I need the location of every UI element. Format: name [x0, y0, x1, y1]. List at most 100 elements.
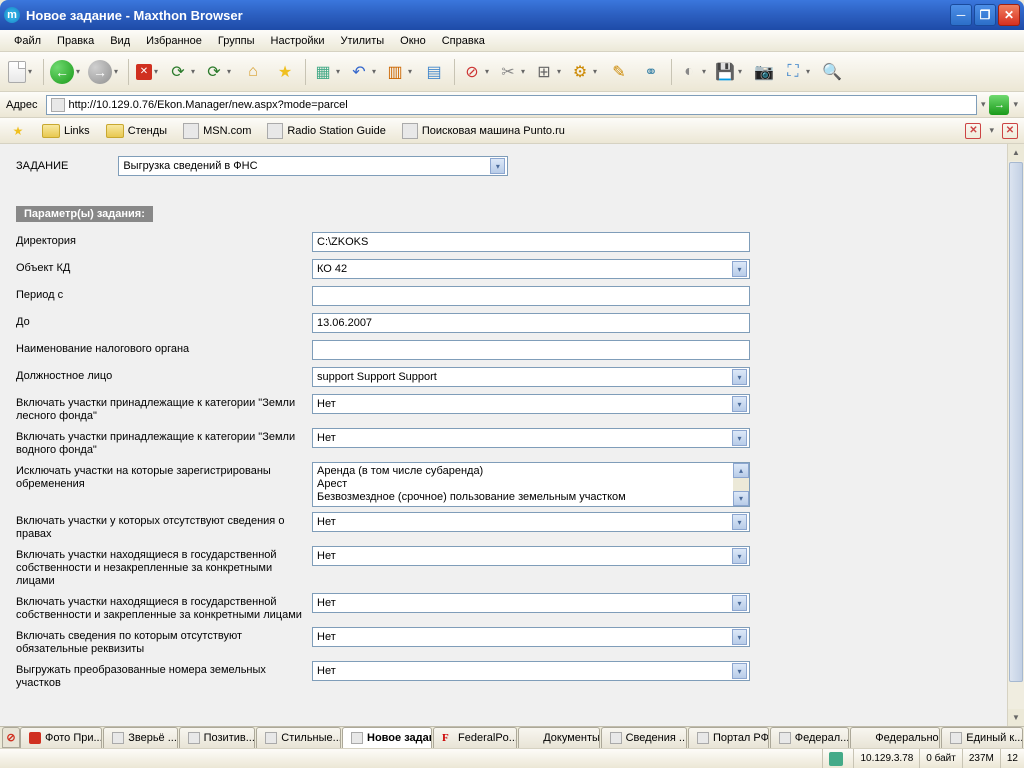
scroll-up-icon[interactable]: ▴ [733, 463, 749, 478]
new-tab-button[interactable]: ▾ [6, 56, 38, 88]
favorites-button[interactable]: ★ [270, 57, 300, 87]
scroll-down-icon[interactable]: ▼ [1008, 709, 1024, 726]
dropdown-icon[interactable]: ▾ [732, 629, 747, 645]
bookmark-links[interactable]: Links [38, 122, 94, 140]
tab-4[interactable]: Новое задание [342, 727, 432, 748]
select-input[interactable]: Нет▾ [312, 627, 750, 647]
sidebar-button[interactable]: ▤ [419, 57, 449, 87]
encoding-button[interactable]: ◐▾ [677, 57, 711, 87]
menu-4[interactable]: Группы [210, 33, 263, 49]
text-input[interactable] [312, 286, 750, 306]
dropdown-icon[interactable]: ▾ [732, 663, 747, 679]
screenshot-button[interactable]: 📷 [749, 57, 779, 87]
new-tab-small-button[interactable]: ⊘ [2, 727, 20, 748]
close-button[interactable]: ✕ [998, 4, 1020, 26]
back-button[interactable]: ←▾ [49, 56, 85, 88]
clear-button[interactable]: ✂▾ [496, 57, 530, 87]
home-button[interactable]: ⌂ [238, 57, 268, 87]
task-select[interactable]: Выгрузка сведений в ФНС ▾ [118, 156, 508, 176]
tab-6[interactable]: Документы [518, 727, 599, 748]
menu-5[interactable]: Настройки [263, 33, 333, 49]
bookmarksbar: ★ Links Стенды MSN.com Radio Station Gui… [0, 118, 1024, 144]
undo-button[interactable]: ↶▾ [347, 57, 381, 87]
bookmark-punto[interactable]: Поисковая машина Punto.ru [398, 121, 569, 141]
form-row-7: Включать участки принадлежащие к категор… [16, 428, 991, 457]
go-dropdown[interactable]: ▾ [1013, 99, 1018, 110]
close-tab-button[interactable]: ✕ [965, 123, 981, 139]
minimize-button[interactable]: ─ [950, 4, 972, 26]
bookmark-stands[interactable]: Стенды [102, 122, 171, 140]
dropdown-icon[interactable]: ▾ [732, 514, 747, 530]
tab-11[interactable]: Единый к... [941, 727, 1023, 748]
tab-0[interactable]: Фото При... [20, 727, 102, 748]
save-button[interactable]: 💾▾ [713, 57, 747, 87]
menu-6[interactable]: Утилиты [332, 33, 392, 49]
dropdown-icon[interactable]: ▾ [732, 369, 747, 385]
select-input[interactable]: Нет▾ [312, 394, 750, 414]
text-input[interactable]: 13.06.2007 [312, 313, 750, 333]
list-input[interactable]: Аренда (в том числе субаренда)АрестБезво… [312, 462, 750, 507]
go-button[interactable]: → [989, 95, 1009, 115]
select-input[interactable]: Нет▾ [312, 512, 750, 532]
text-input[interactable]: C:\ZKOKS [312, 232, 750, 252]
refresh-all-button[interactable]: ⟳▾ [202, 57, 236, 87]
block-button[interactable]: ⊘▾ [460, 57, 494, 87]
dropdown-icon[interactable]: ▾ [732, 430, 747, 446]
select-input[interactable]: support Support Support▾ [312, 367, 750, 387]
bookmark-radio[interactable]: Radio Station Guide [263, 121, 389, 141]
fullscreen-button[interactable]: ⛶▾ [781, 57, 815, 87]
dropdown-icon[interactable]: ▾ [490, 158, 505, 174]
forward-button[interactable]: →▾ [87, 56, 123, 88]
tab-9[interactable]: Федерал... [770, 727, 850, 748]
params-header: Параметр(ы) задания: [16, 206, 153, 222]
select-input[interactable]: Нет▾ [312, 661, 750, 681]
select-input[interactable]: Нет▾ [312, 428, 750, 448]
dropdown-icon[interactable]: ▾ [732, 595, 747, 611]
select-input[interactable]: КО 42▾ [312, 259, 750, 279]
dropdown-icon[interactable]: ▾ [732, 548, 747, 564]
url-input[interactable]: http://10.129.0.76/Ekon.Manager/new.aspx… [46, 95, 977, 115]
vertical-scrollbar[interactable]: ▲ ▼ [1007, 144, 1024, 726]
select-input[interactable]: Нет▾ [312, 593, 750, 613]
form-row-10: Включать участки находящиеся в государст… [16, 546, 991, 588]
scroll-down-icon[interactable]: ▾ [733, 491, 749, 506]
tab-1[interactable]: Зверьё ... [103, 727, 177, 748]
status-ip: 10.129.3.78 [853, 749, 919, 768]
tab-5[interactable]: FFederalPo... [433, 727, 517, 748]
url-dropdown[interactable]: ▾ [981, 99, 986, 110]
menu-0[interactable]: Файл [6, 33, 49, 49]
bookmark-msn[interactable]: MSN.com [179, 121, 255, 141]
tab-7[interactable]: Сведения ... [601, 727, 687, 748]
tab-8[interactable]: Портал РФ [688, 727, 769, 748]
stop-button[interactable]: ✕▾ [134, 57, 164, 87]
url-text: http://10.129.0.76/Ekon.Manager/new.aspx… [69, 99, 348, 111]
select-input[interactable]: Нет▾ [312, 546, 750, 566]
page-icon [779, 732, 791, 744]
tools-button[interactable]: ⚙▾ [568, 57, 602, 87]
tab-10[interactable]: Федерально... [850, 727, 940, 748]
resource-button[interactable]: ▥▾ [383, 57, 417, 87]
refresh-button[interactable]: ⟳▾ [166, 57, 200, 87]
groups-button[interactable]: ▦▾ [311, 57, 345, 87]
close-all-button[interactable]: ✕ [1002, 123, 1018, 139]
tab-2[interactable]: Позитив... [179, 727, 256, 748]
bookmark-star[interactable]: ★ [6, 121, 30, 141]
menu-8[interactable]: Справка [434, 33, 493, 49]
text-input[interactable] [312, 340, 750, 360]
zoom-button[interactable]: ⊞▾ [532, 57, 566, 87]
scroll-up-icon[interactable]: ▲ [1008, 144, 1024, 161]
menu-3[interactable]: Избранное [138, 33, 210, 49]
dropdown-icon[interactable]: ▾ [732, 396, 747, 412]
link-button[interactable]: ⚭ [636, 57, 666, 87]
menu-7[interactable]: Окно [392, 33, 434, 49]
field-label: Включать участки принадлежащие к категор… [16, 428, 312, 457]
menu-2[interactable]: Вид [102, 33, 138, 49]
tab-3[interactable]: Стильные... [256, 727, 341, 748]
search-button[interactable]: 🔍 [817, 57, 847, 87]
scroll-thumb[interactable] [1009, 162, 1023, 682]
page-icon [351, 732, 363, 744]
maximize-button[interactable]: ❐ [974, 4, 996, 26]
highlight-button[interactable]: ✎ [604, 57, 634, 87]
dropdown-icon[interactable]: ▾ [732, 261, 747, 277]
menu-1[interactable]: Правка [49, 33, 102, 49]
